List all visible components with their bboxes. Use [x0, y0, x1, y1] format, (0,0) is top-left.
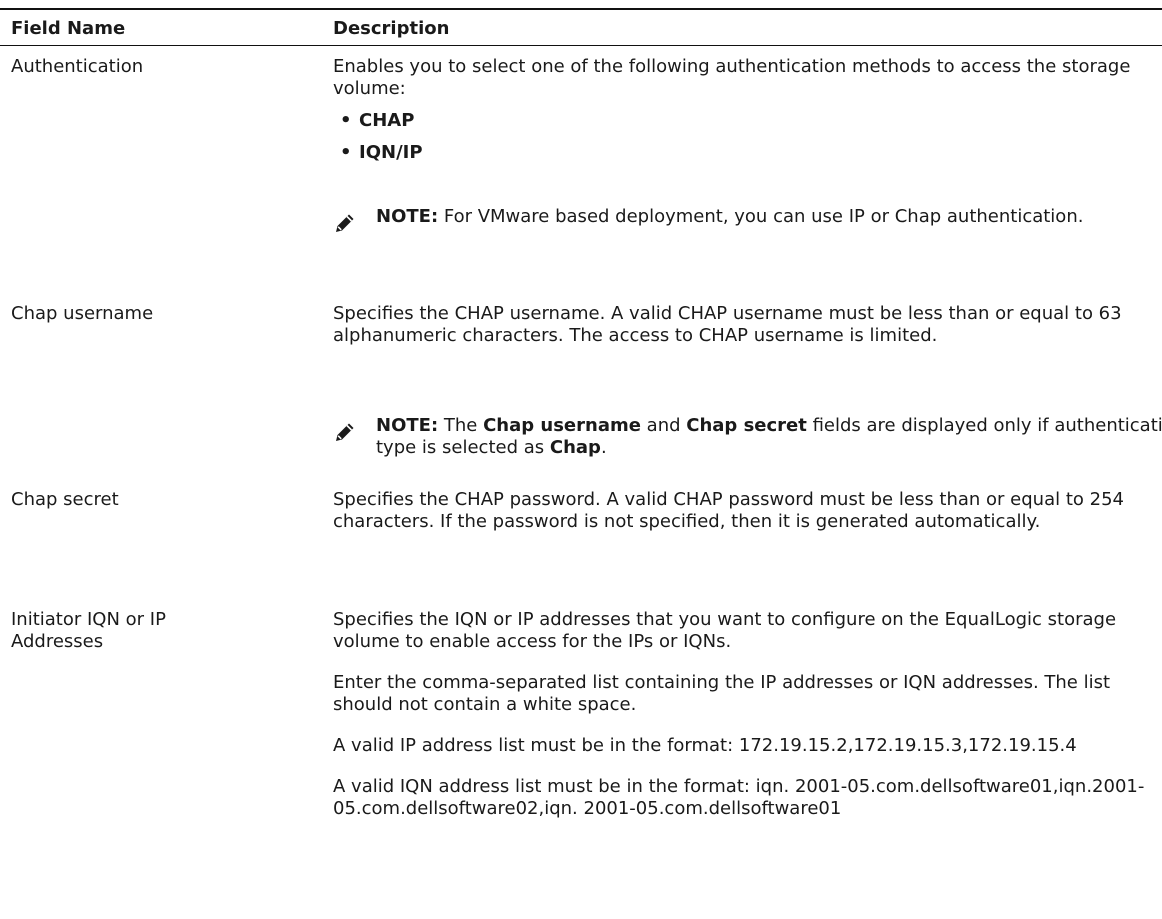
- note-label: NOTE:: [376, 206, 439, 227]
- bullet-icon: •: [340, 110, 352, 131]
- note-chap-fields: NOTE: The Chap username and Chap secret …: [333, 415, 1162, 459]
- desc-paragraph: Enter the comma-separated list containin…: [333, 672, 1111, 715]
- field-authentication: Authentication: [11, 56, 144, 77]
- note-label: NOTE:: [376, 415, 439, 436]
- list-item: • CHAP: [333, 110, 1153, 132]
- header-field-name: Field Name: [11, 18, 126, 39]
- field-chap-secret: Chap secret: [11, 489, 119, 510]
- field-chap-username: Chap username: [11, 303, 154, 324]
- note-bold-term: Chap: [549, 437, 601, 458]
- bullet-label: CHAP: [359, 110, 415, 131]
- note-text: The: [438, 415, 484, 436]
- note-vmware: NOTE: For VMware based deployment, you c…: [333, 206, 1162, 232]
- list-item: • IQN/IP: [333, 142, 1153, 164]
- pencil-icon: [336, 423, 354, 441]
- desc-authentication: Enables you to select one of the followi…: [333, 56, 1153, 174]
- table-top-rule: [0, 8, 1162, 10]
- desc-text: Enables you to select one of the followi…: [333, 56, 1131, 99]
- desc-paragraph: A valid IP address list must be in the f…: [333, 735, 1077, 756]
- desc-chap-username: Specifies the CHAP username. A valid CHA…: [333, 303, 1122, 346]
- table-header-rule: [0, 45, 1162, 46]
- bullet-label: IQN/IP: [359, 142, 423, 163]
- note-text: For VMware based deployment, you can use…: [438, 206, 1084, 227]
- desc-paragraph: A valid IQN address list must be in the …: [333, 776, 1145, 819]
- note-bold-term: Chap secret: [686, 415, 807, 436]
- desc-initiator-iqn-ip: Specifies the IQN or IP addresses that y…: [333, 609, 1153, 820]
- header-description: Description: [333, 18, 450, 39]
- note-text: and: [640, 415, 687, 436]
- field-initiator-iqn-ip: Initiator IQN or IP Addresses: [11, 609, 166, 652]
- desc-chap-secret: Specifies the CHAP password. A valid CHA…: [333, 489, 1124, 532]
- note-text: .: [600, 437, 607, 458]
- note-bold-term: Chap username: [483, 415, 641, 436]
- desc-paragraph: Specifies the IQN or IP addresses that y…: [333, 609, 1117, 652]
- bullet-icon: •: [340, 142, 352, 163]
- auth-method-list: • CHAP • IQN/IP: [333, 110, 1153, 164]
- pencil-icon: [336, 214, 354, 232]
